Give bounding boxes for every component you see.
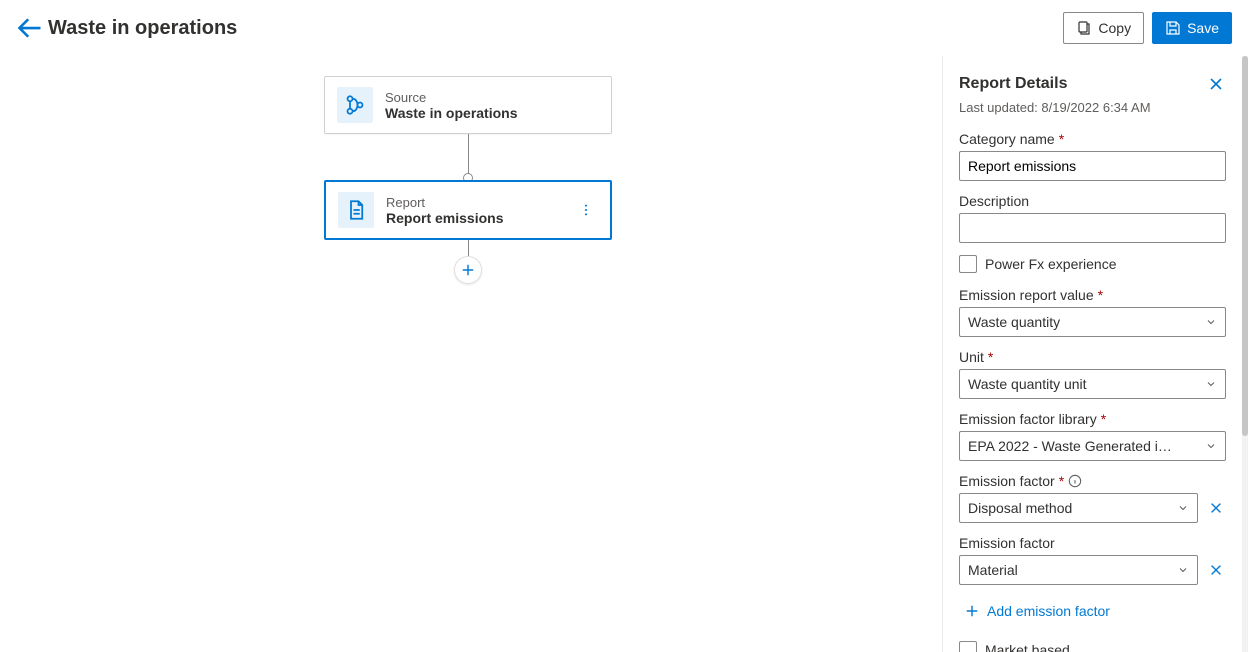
- node-source[interactable]: Source Waste in operations: [324, 76, 612, 134]
- emission-factor-2-remove[interactable]: [1206, 560, 1226, 580]
- emission-factor-2-text: Material: [968, 562, 1018, 578]
- powerfx-checkbox[interactable]: [959, 255, 977, 273]
- info-icon[interactable]: [1068, 474, 1082, 488]
- required-marker: *: [1101, 411, 1106, 427]
- more-vertical-icon: [579, 203, 593, 217]
- unit-label: Unit: [959, 349, 984, 365]
- emission-factor-2-label: Emission factor: [959, 535, 1055, 551]
- arrow-left-icon: [16, 14, 44, 42]
- emission-report-value-text: Waste quantity: [968, 314, 1060, 330]
- save-button[interactable]: Save: [1152, 12, 1232, 44]
- required-marker: *: [1059, 473, 1064, 489]
- add-emission-factor-link[interactable]: Add emission factor: [965, 603, 1110, 619]
- node-report-menu[interactable]: [574, 198, 598, 222]
- required-marker: *: [988, 349, 993, 365]
- unit-select[interactable]: Waste quantity unit: [959, 369, 1226, 399]
- copy-icon: [1076, 20, 1092, 36]
- connector-line: [468, 134, 469, 177]
- node-report[interactable]: Report Report emissions: [324, 180, 612, 240]
- close-icon: [1208, 76, 1224, 92]
- category-name-label: Category name: [959, 131, 1055, 147]
- header: Waste in operations Copy Save: [0, 0, 1248, 56]
- library-label: Emission factor library: [959, 411, 1097, 427]
- close-icon: [1209, 563, 1223, 577]
- chevron-down-icon: [1205, 440, 1217, 452]
- header-actions: Copy Save: [1063, 12, 1232, 44]
- save-button-label: Save: [1187, 20, 1219, 36]
- chevron-down-icon: [1205, 378, 1217, 390]
- chevron-down-icon: [1177, 564, 1189, 576]
- close-icon: [1209, 501, 1223, 515]
- market-based-label: Market based: [985, 642, 1070, 652]
- emission-factor-1-label: Emission factor: [959, 473, 1055, 489]
- emission-factor-1-remove[interactable]: [1206, 498, 1226, 518]
- node-report-texts: Report Report emissions: [386, 195, 503, 226]
- category-name-input[interactable]: [959, 151, 1226, 181]
- save-icon: [1165, 20, 1181, 36]
- required-marker: *: [1098, 287, 1103, 303]
- emission-report-value-label: Emission report value: [959, 287, 1094, 303]
- branch-icon: [337, 87, 373, 123]
- node-source-title: Waste in operations: [385, 105, 518, 121]
- flow-canvas[interactable]: Source Waste in operations Report Report…: [0, 56, 942, 652]
- scrollbar-thumb[interactable]: [1242, 56, 1248, 436]
- library-select[interactable]: EPA 2022 - Waste Generated in Opera…: [959, 431, 1226, 461]
- chevron-down-icon: [1177, 502, 1189, 514]
- powerfx-label: Power Fx experience: [985, 256, 1117, 272]
- market-based-checkbox[interactable]: [959, 641, 977, 652]
- back-button[interactable]: [16, 14, 44, 42]
- emission-factor-2-select[interactable]: Material: [959, 555, 1198, 585]
- library-text: EPA 2022 - Waste Generated in Opera…: [968, 438, 1178, 454]
- description-label: Description: [959, 193, 1029, 209]
- add-emission-factor-label: Add emission factor: [987, 603, 1110, 619]
- unit-text: Waste quantity unit: [968, 376, 1087, 392]
- page-title: Waste in operations: [48, 17, 237, 40]
- chevron-down-icon: [1205, 316, 1217, 328]
- node-source-type: Source: [385, 90, 518, 105]
- details-panel: Report Details Last updated: 8/19/2022 6…: [942, 56, 1242, 652]
- emission-factor-1-select[interactable]: Disposal method: [959, 493, 1198, 523]
- emission-report-value-select[interactable]: Waste quantity: [959, 307, 1226, 337]
- add-step-button[interactable]: [454, 256, 482, 284]
- copy-button[interactable]: Copy: [1063, 12, 1144, 44]
- node-source-texts: Source Waste in operations: [385, 90, 518, 121]
- document-icon: [338, 192, 374, 228]
- plus-icon: [965, 604, 979, 618]
- node-report-title: Report emissions: [386, 210, 503, 226]
- panel-close-button[interactable]: [1206, 74, 1226, 94]
- required-marker: *: [1059, 131, 1064, 147]
- panel-title: Report Details: [959, 75, 1067, 93]
- copy-button-label: Copy: [1098, 20, 1131, 36]
- plus-icon: [461, 263, 475, 277]
- description-input[interactable]: [959, 213, 1226, 243]
- node-report-type: Report: [386, 195, 503, 210]
- emission-factor-1-text: Disposal method: [968, 500, 1072, 516]
- panel-last-updated: Last updated: 8/19/2022 6:34 AM: [959, 100, 1226, 115]
